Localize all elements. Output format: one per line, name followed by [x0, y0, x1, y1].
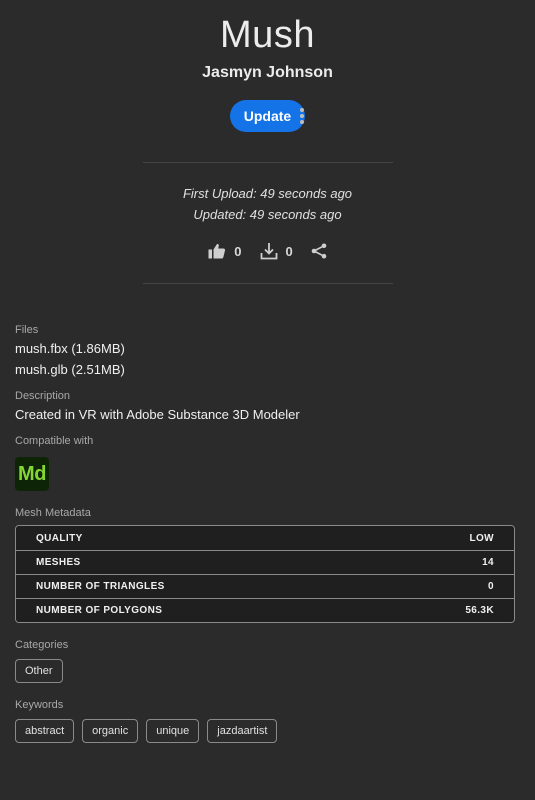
metadata-key: QUALITY	[36, 532, 83, 544]
table-row: QUALITY LOW	[16, 526, 514, 550]
compatible-label: Compatible with	[15, 435, 94, 447]
file-link-glb[interactable]: mush.glb (2.51MB)	[15, 359, 520, 380]
asset-title: Mush	[220, 14, 315, 56]
keywords-section: Keywords abstract organic unique jazdaar…	[15, 697, 520, 743]
keywords-label: Keywords	[15, 699, 64, 711]
metadata-value: LOW	[469, 532, 494, 544]
category-tags: Other	[15, 659, 520, 683]
mesh-metadata-table: QUALITY LOW MESHES 14 NUMBER OF TRIANGLE…	[15, 525, 515, 623]
upload-dates: First Upload: 49 seconds ago Updated: 49…	[0, 183, 535, 225]
more-options-icon[interactable]	[294, 106, 310, 126]
keyword-tag[interactable]: abstract	[15, 719, 75, 743]
table-row: NUMBER OF TRIANGLES 0	[16, 574, 514, 598]
download-icon	[260, 243, 277, 260]
keyword-tag[interactable]: jazdaartist	[207, 719, 278, 743]
mesh-metadata-section: Mesh Metadata QUALITY LOW MESHES 14 NUMB…	[15, 505, 520, 623]
like-count: 0	[234, 243, 242, 259]
keyword-tag[interactable]: unique	[146, 719, 200, 743]
download-count: 0	[285, 243, 293, 259]
metadata-value: 0	[488, 581, 494, 592]
asset-header: Mush Jasmyn Johnson Update	[0, 0, 535, 132]
metadata-value: 14	[482, 557, 494, 568]
description-label: Description	[15, 390, 71, 402]
metadata-key: NUMBER OF POLYGONS	[36, 605, 163, 616]
divider-top	[142, 162, 393, 163]
description-text: Created in VR with Adobe Substance 3D Mo…	[15, 407, 300, 422]
table-row: MESHES 14	[16, 550, 514, 574]
first-upload-text: First Upload: 49 seconds ago	[182, 186, 353, 201]
keyword-tags: abstract organic unique jazdaartist	[15, 719, 520, 743]
share-button[interactable]	[311, 243, 327, 259]
like-button[interactable]: 0	[208, 243, 242, 259]
thumbs-up-icon	[208, 243, 226, 259]
keyword-tag[interactable]: organic	[82, 719, 139, 743]
download-button[interactable]: 0	[260, 242, 293, 260]
asset-details: Files mush.fbx (1.86MB) mush.glb (2.51MB…	[0, 322, 535, 743]
description-section: Description Created in VR with Adobe Sub…	[15, 388, 520, 425]
author-name[interactable]: Jasmyn Johnson	[0, 62, 535, 84]
substance-modeler-icon[interactable]: Md	[15, 457, 49, 491]
compatible-section: Compatible with Md	[15, 433, 520, 491]
mesh-metadata-label: Mesh Metadata	[15, 507, 91, 519]
share-icon	[311, 243, 327, 259]
files-label: Files	[15, 324, 39, 336]
updated-text: Updated: 49 seconds ago	[193, 207, 342, 222]
metadata-key: NUMBER OF TRIANGLES	[36, 581, 165, 592]
category-tag[interactable]: Other	[15, 659, 63, 683]
divider-bottom	[142, 283, 393, 284]
categories-section: Categories Other	[15, 637, 520, 683]
file-link-fbx[interactable]: mush.fbx (1.86MB)	[15, 338, 520, 359]
metadata-key: MESHES	[36, 557, 81, 568]
stats-bar: 0 0	[0, 239, 535, 263]
categories-label: Categories	[15, 639, 69, 651]
table-row: NUMBER OF POLYGONS 56.3K	[16, 598, 514, 622]
metadata-value: 56.3K	[465, 605, 494, 616]
files-section: Files mush.fbx (1.86MB) mush.glb (2.51MB…	[15, 322, 520, 380]
action-bar: Update	[0, 100, 535, 132]
